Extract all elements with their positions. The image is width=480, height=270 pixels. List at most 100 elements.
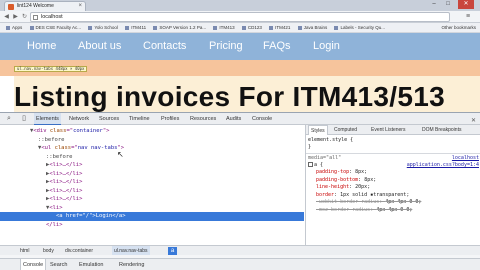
css-property-value: 8px; [355, 169, 368, 175]
other-bookmarks[interactable]: Other bookmarks [441, 23, 476, 32]
node-token: <li>…</li> [49, 187, 83, 194]
drawer-tab-search[interactable]: Search [48, 259, 69, 270]
nav-home[interactable]: Home [27, 40, 56, 53]
tab-audits[interactable]: Audits [224, 113, 243, 125]
dom-node[interactable]: ▼<li> [46, 204, 63, 213]
css-property-name: -moz-border-radius [316, 206, 371, 213]
drawer-tab-emulation[interactable]: Emulation [77, 259, 105, 270]
forward-icon[interactable]: ▶ [11, 13, 20, 21]
tab-resources[interactable]: Resources [188, 113, 218, 125]
back-icon[interactable]: ◀ [2, 13, 11, 21]
node-token: <div [33, 128, 50, 134]
css-property[interactable]: -webkit-border-radius: 4px 4px 0 0; [316, 199, 421, 207]
dom-node[interactable]: ▶<li>…</li> [46, 170, 82, 179]
page-title: Listing invoices For ITM413/513 [14, 81, 445, 112]
tab-console[interactable]: Console [250, 113, 274, 125]
dom-node[interactable]: ▶<li>…</li> [46, 161, 82, 170]
css-property[interactable]: line-height: 20px; [316, 184, 370, 192]
menu-icon[interactable]: ≡ [466, 13, 474, 21]
drawer-tab-rendering[interactable]: Rendering [117, 259, 146, 270]
url-text: localhost [41, 14, 63, 20]
css-property[interactable]: padding-bottom: 8px; [316, 177, 376, 185]
node-token: <li>…</li> [49, 162, 83, 168]
drawer-tab-console[interactable]: Console [20, 259, 47, 270]
elements-tree[interactable]: ▼<div class="container">::before ▼<ul cla… [0, 125, 304, 245]
devtools-toolbar: ⌕ ▯ Elements Network Sources Timeline Pr… [0, 113, 480, 125]
search-icon[interactable]: ⌕ [5, 115, 13, 123]
tab-profiles[interactable]: Profiles [159, 113, 181, 125]
bookmark-icon [334, 25, 339, 30]
nav-about-us[interactable]: About us [78, 40, 121, 53]
divider [306, 153, 480, 154]
css-property-value: 20px; [355, 184, 371, 190]
devtools-drawer-tabs: Console Search Emulation Rendering [0, 258, 480, 270]
close-window-button[interactable]: ✕ [458, 0, 474, 9]
dom-node[interactable]: ::before [46, 153, 73, 162]
node-token: class [54, 145, 72, 151]
bookmarks-bar: Apps DES CSE Faculty Ac... Yolo School I… [0, 23, 480, 33]
bookmark-item[interactable]: CD123 [241, 23, 262, 32]
node-token: class [49, 128, 67, 134]
url-input[interactable]: localhost [30, 12, 450, 22]
nav-faqs[interactable]: FAQs [263, 40, 291, 53]
page-icon [33, 15, 38, 20]
bookmark-item[interactable]: Labels - Security Qu... [334, 23, 385, 32]
bookmark-icon [241, 25, 246, 30]
device-icon[interactable]: ▯ [20, 115, 28, 123]
bookmark-item[interactable]: ITM411 [125, 23, 146, 32]
bookmark-item[interactable]: Apps [6, 23, 22, 32]
source-file-link[interactable]: application.css?body=1:4 [407, 162, 479, 170]
breadcrumb: html body div.container ul.nav.nav-tabs … [0, 245, 480, 256]
tab-event-listeners[interactable]: Event Listeners [369, 125, 407, 135]
nav-contacts[interactable]: Contacts [143, 40, 186, 53]
dom-node[interactable]: ▶<li>…</li> [46, 187, 82, 196]
tab-computed[interactable]: Computed [332, 125, 359, 135]
node-token: <li>…</li> [49, 179, 83, 185]
tab-sources[interactable]: Sources [97, 113, 121, 125]
selected-dom-node[interactable]: <a href="/">Login</a> [0, 212, 304, 221]
dom-node[interactable]: ▶<li>…</li> [46, 178, 82, 187]
tab-close-icon[interactable]: × [78, 2, 82, 11]
tab-styles[interactable]: Styles [308, 125, 328, 135]
css-property-name: padding-top [316, 169, 350, 175]
devtools-panel: ⌕ ▯ Elements Network Sources Timeline Pr… [0, 112, 480, 258]
bookmark-item[interactable]: SOAP Version 1.2 Pa... [153, 23, 206, 32]
node-token: <li>…</li> [49, 196, 83, 202]
dom-node[interactable]: ▼<ul class="nav nav-tabs"> [38, 144, 124, 153]
tab-elements[interactable]: Elements [34, 113, 61, 125]
dom-node[interactable]: ▼<div class="container"> [30, 127, 110, 136]
dom-node[interactable]: ▶<li>…</li> [46, 195, 82, 204]
css-property-value: 4px 4px 0 0; [376, 206, 413, 213]
bookmark-item[interactable]: ITM421 [269, 23, 290, 32]
crumb-a[interactable]: a [168, 247, 177, 255]
bookmark-item[interactable]: ITM413 [213, 23, 235, 32]
node-token: "> [102, 128, 110, 134]
nav-login[interactable]: Login [313, 40, 340, 53]
minimize-button[interactable]: – [428, 0, 440, 9]
maximize-button[interactable]: □ [442, 0, 454, 9]
checkbox-icon[interactable] [308, 162, 313, 167]
reload-icon[interactable]: ↻ [20, 13, 29, 21]
nav-pricing[interactable]: Pricing [209, 40, 243, 53]
pseudo-element: ::before [46, 153, 73, 160]
browser-tab[interactable]: lint124 Welcome × [4, 1, 86, 11]
css-property[interactable]: border: 1px solid ▪transparent; [316, 192, 409, 200]
css-property-name: padding-bottom [316, 176, 359, 183]
bookmark-item[interactable]: Yolo School [88, 23, 118, 32]
bookmark-icon [88, 25, 93, 30]
tab-timeline[interactable]: Timeline [127, 113, 152, 125]
bookmark-icon [153, 25, 158, 30]
node-token: container [73, 128, 103, 134]
bookmark-item[interactable]: DES CSE Faculty Ac... [29, 23, 81, 32]
css-property[interactable]: padding-top: 8px; [316, 169, 367, 177]
node-token: <ul [41, 145, 55, 151]
bookmark-icon [6, 25, 10, 30]
css-property[interactable]: -moz-border-radius: 4px 4px 0 0; [316, 207, 412, 215]
bookmark-item[interactable]: Java Brains [297, 23, 327, 32]
tab-network[interactable]: Network [67, 113, 91, 125]
tab-dom-breakpoints[interactable]: DOM Breakpoints [420, 125, 463, 135]
bookmark-icon [297, 25, 302, 30]
node-token: <a href="/">Login</a> [56, 213, 126, 219]
dom-node[interactable]: ::before [38, 136, 65, 145]
dom-node[interactable]: </li> [46, 221, 63, 230]
